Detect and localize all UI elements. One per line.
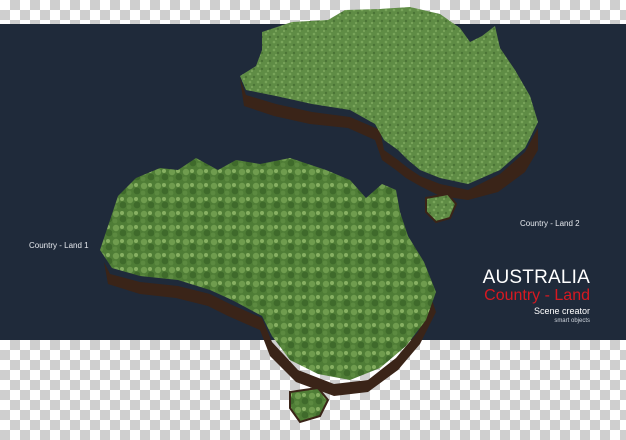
australia-land-1 bbox=[100, 158, 436, 424]
title-main: AUSTRALIA bbox=[482, 267, 590, 288]
land-1-label: Country - Land 1 bbox=[29, 241, 89, 250]
title-objects: smart objects bbox=[554, 318, 590, 324]
title-block: AUSTRALIA Country - Land Scene creator s… bbox=[483, 268, 590, 325]
title-subtitle: Country - Land bbox=[484, 287, 590, 304]
tasmania-2 bbox=[425, 192, 458, 224]
title-creator: Scene creator bbox=[533, 306, 590, 316]
tasmania-1 bbox=[289, 386, 330, 424]
land-2-label: Country - Land 2 bbox=[520, 219, 580, 228]
